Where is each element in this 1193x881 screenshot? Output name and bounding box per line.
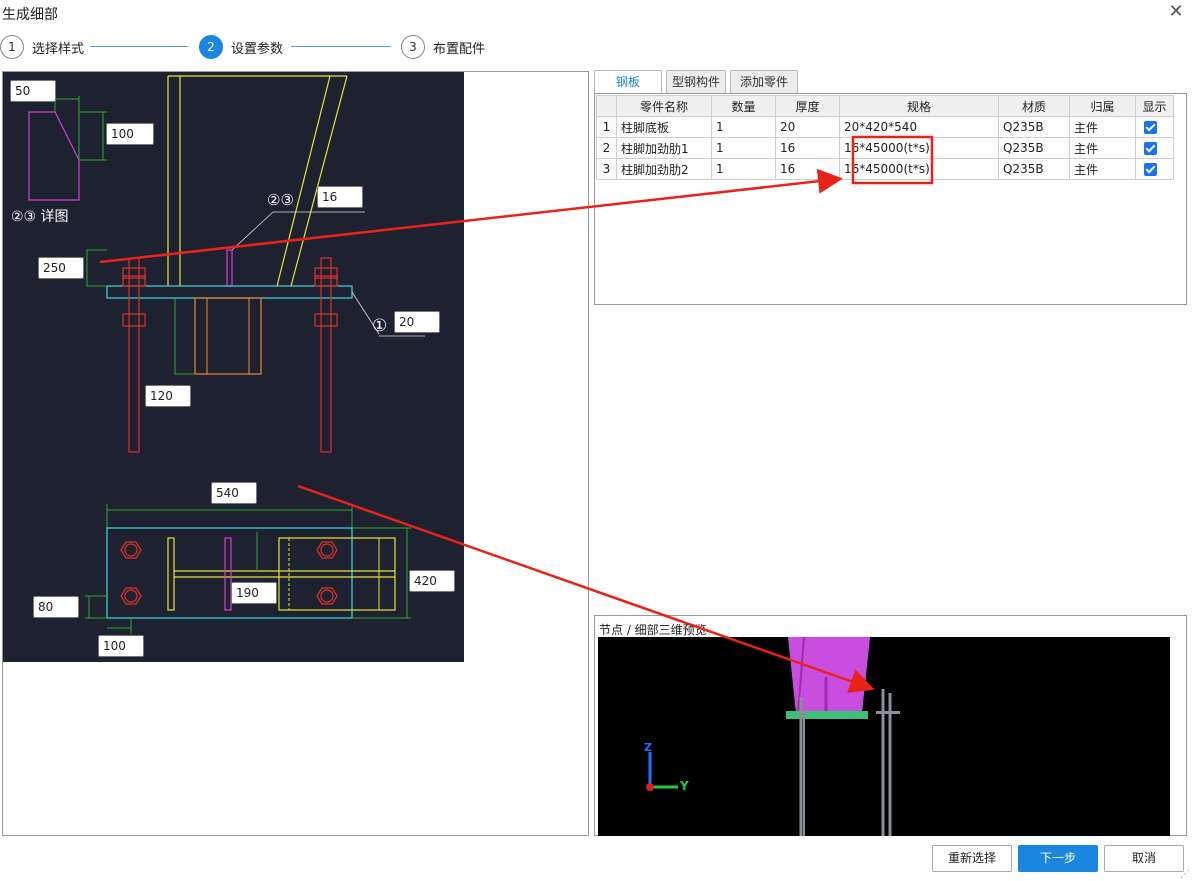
dialog-title: 生成细部 — [2, 7, 58, 23]
row-index: 1 — [596, 116, 617, 138]
marker-1: ① — [372, 316, 388, 336]
axis-z-label: Z — [644, 741, 652, 754]
table-row[interactable]: 1 柱脚底板 1 20 20*420*540 Q235B 主件 — [596, 116, 1174, 138]
dim-input-100-bottom[interactable]: 100 — [98, 635, 144, 657]
cell-owner[interactable]: 主件 — [1069, 158, 1136, 180]
3d-preview-viewport[interactable]: Z Y — [598, 637, 1170, 836]
cell-show[interactable] — [1135, 158, 1174, 180]
parts-table-panel: 零件名称 数量 厚度 规格 材质 归属 显示 1 柱脚底板 1 20 20*42… — [594, 93, 1187, 305]
col-material[interactable]: 材质 — [998, 95, 1070, 117]
step-number: 1 — [0, 35, 24, 59]
cell-show[interactable] — [1135, 137, 1174, 159]
axis-y-label: Y — [680, 779, 689, 793]
next-button[interactable]: 下一步 — [1018, 845, 1098, 872]
table-row[interactable]: 3 柱脚加劲肋2 1 16 16*45000(t*s) Q235B 主件 — [596, 158, 1174, 180]
preview-label: 节点 / 细部三维预览 — [599, 623, 707, 637]
cell-part-name[interactable]: 柱脚加劲肋2 — [616, 158, 712, 180]
step-label: 布置配件 — [433, 41, 486, 57]
cell-spec[interactable]: 16*45000(t*s) — [839, 137, 999, 159]
cell-show[interactable] — [1135, 116, 1174, 138]
step-label: 设置参数 — [231, 41, 284, 57]
cell-quantity[interactable]: 1 — [711, 137, 776, 159]
dim-input-20[interactable]: 20 — [394, 311, 440, 333]
dim-input-120[interactable]: 120 — [145, 385, 191, 407]
cad-drawing: ②③ 详图 ②③ ① — [3, 72, 464, 662]
cell-part-name[interactable]: 柱脚底板 — [616, 116, 712, 138]
cell-material[interactable]: Q235B — [998, 137, 1070, 159]
dim-input-250[interactable]: 250 — [38, 257, 84, 279]
step-connector — [291, 46, 391, 47]
resize-grip-icon[interactable]: ⋰ — [1180, 869, 1190, 880]
col-show[interactable]: 显示 — [1135, 95, 1174, 117]
dim-input-80[interactable]: 80 — [33, 596, 79, 618]
cell-thickness[interactable]: 20 — [775, 116, 840, 138]
cell-thickness[interactable]: 16 — [775, 137, 840, 159]
show-checkbox[interactable] — [1144, 142, 1157, 155]
step-place-accessories[interactable]: 3 布置配件 — [401, 34, 485, 60]
table-header-row: 零件名称 数量 厚度 规格 材质 归属 显示 — [596, 95, 1174, 117]
step-label: 选择样式 — [32, 41, 85, 57]
cell-quantity[interactable]: 1 — [711, 158, 776, 180]
cell-owner[interactable]: 主件 — [1069, 116, 1136, 138]
marker-2-3: ②③ — [267, 191, 294, 209]
col-spec[interactable]: 规格 — [839, 95, 999, 117]
generate-detail-dialog: 生成细部 ✕ 1 选择样式 2 设置参数 3 布置配件 ②③ 详图 ②③ ① 5… — [0, 0, 1193, 881]
tab-add-part[interactable]: 添加零件 — [730, 70, 798, 94]
col-quantity[interactable]: 数量 — [711, 95, 776, 117]
tab-steel-plate[interactable]: 钢板 — [594, 70, 662, 95]
dim-input-50[interactable]: 50 — [10, 80, 56, 102]
col-thickness[interactable]: 厚度 — [775, 95, 840, 117]
detail-label: ②③ 详图 — [11, 209, 69, 225]
cell-material[interactable]: Q235B — [998, 158, 1070, 180]
cell-quantity[interactable]: 1 — [711, 116, 776, 138]
step-select-style[interactable]: 1 选择样式 — [0, 34, 84, 60]
3d-preview-svg — [646, 637, 900, 836]
parts-table: 零件名称 数量 厚度 规格 材质 归属 显示 1 柱脚底板 1 20 20*42… — [596, 95, 1174, 180]
show-checkbox[interactable] — [1144, 121, 1157, 134]
dim-input-100-top[interactable]: 100 — [106, 123, 154, 145]
cell-material[interactable]: Q235B — [998, 116, 1070, 138]
row-index: 2 — [596, 137, 617, 159]
col-part-name[interactable]: 零件名称 — [616, 95, 712, 117]
cell-thickness[interactable]: 16 — [775, 158, 840, 180]
cell-spec[interactable]: 20*420*540 — [839, 116, 999, 138]
dim-input-190[interactable]: 190 — [231, 582, 277, 604]
step-number: 3 — [401, 35, 425, 59]
dim-input-540[interactable]: 540 — [211, 482, 257, 504]
step-connector — [90, 46, 188, 47]
tab-section-steel[interactable]: 型钢构件 — [666, 70, 726, 94]
reselect-button[interactable]: 重新选择 — [932, 845, 1012, 872]
cell-spec[interactable]: 16*45000(t*s) — [839, 158, 999, 180]
step-number: 2 — [199, 35, 223, 59]
close-icon[interactable]: ✕ — [1166, 2, 1186, 22]
row-index: 3 — [596, 158, 617, 180]
cell-owner[interactable]: 主件 — [1069, 137, 1136, 159]
col-owner[interactable]: 归属 — [1069, 95, 1136, 117]
show-checkbox[interactable] — [1144, 163, 1157, 176]
step-set-params[interactable]: 2 设置参数 — [199, 34, 283, 60]
cancel-button[interactable]: 取消 — [1104, 845, 1184, 872]
preview-panel: 节点 / 细部三维预览 Z Y — [594, 615, 1187, 836]
col-index — [596, 95, 617, 117]
dim-input-420[interactable]: 420 — [409, 570, 455, 592]
drawing-panel: ②③ 详图 ②③ ① 50 100 16 250 20 120 540 420 … — [2, 71, 589, 836]
dim-input-16[interactable]: 16 — [317, 186, 363, 208]
cad-drawing-svg — [28, 75, 425, 634]
table-row[interactable]: 2 柱脚加劲肋1 1 16 16*45000(t*s) Q235B 主件 — [596, 137, 1174, 159]
cell-part-name[interactable]: 柱脚加劲肋1 — [616, 137, 712, 159]
